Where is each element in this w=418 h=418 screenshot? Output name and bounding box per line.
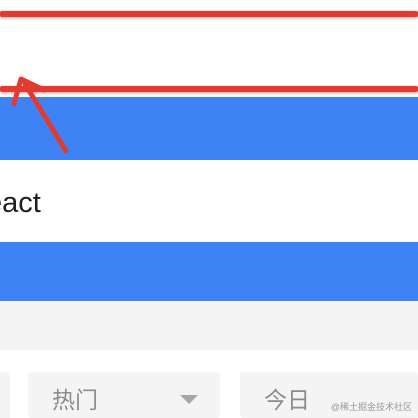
hot-dropdown-label: 热门 — [52, 387, 98, 413]
list-item-text: eact — [0, 187, 41, 219]
watermark-text: @稀土掘金技术社区 — [330, 402, 412, 412]
hot-dropdown[interactable]: 热门 — [28, 372, 220, 418]
dropdown-partial[interactable] — [0, 372, 10, 418]
annotation-line-top — [0, 11, 418, 17]
today-dropdown-label: 今日 — [264, 387, 310, 413]
gray-separator — [0, 301, 418, 350]
chevron-down-icon — [180, 395, 198, 404]
blue-block-top — [0, 97, 418, 160]
blue-block-bottom — [0, 242, 418, 301]
annotation-line-bottom — [0, 86, 418, 92]
list-item[interactable] — [0, 160, 418, 242]
